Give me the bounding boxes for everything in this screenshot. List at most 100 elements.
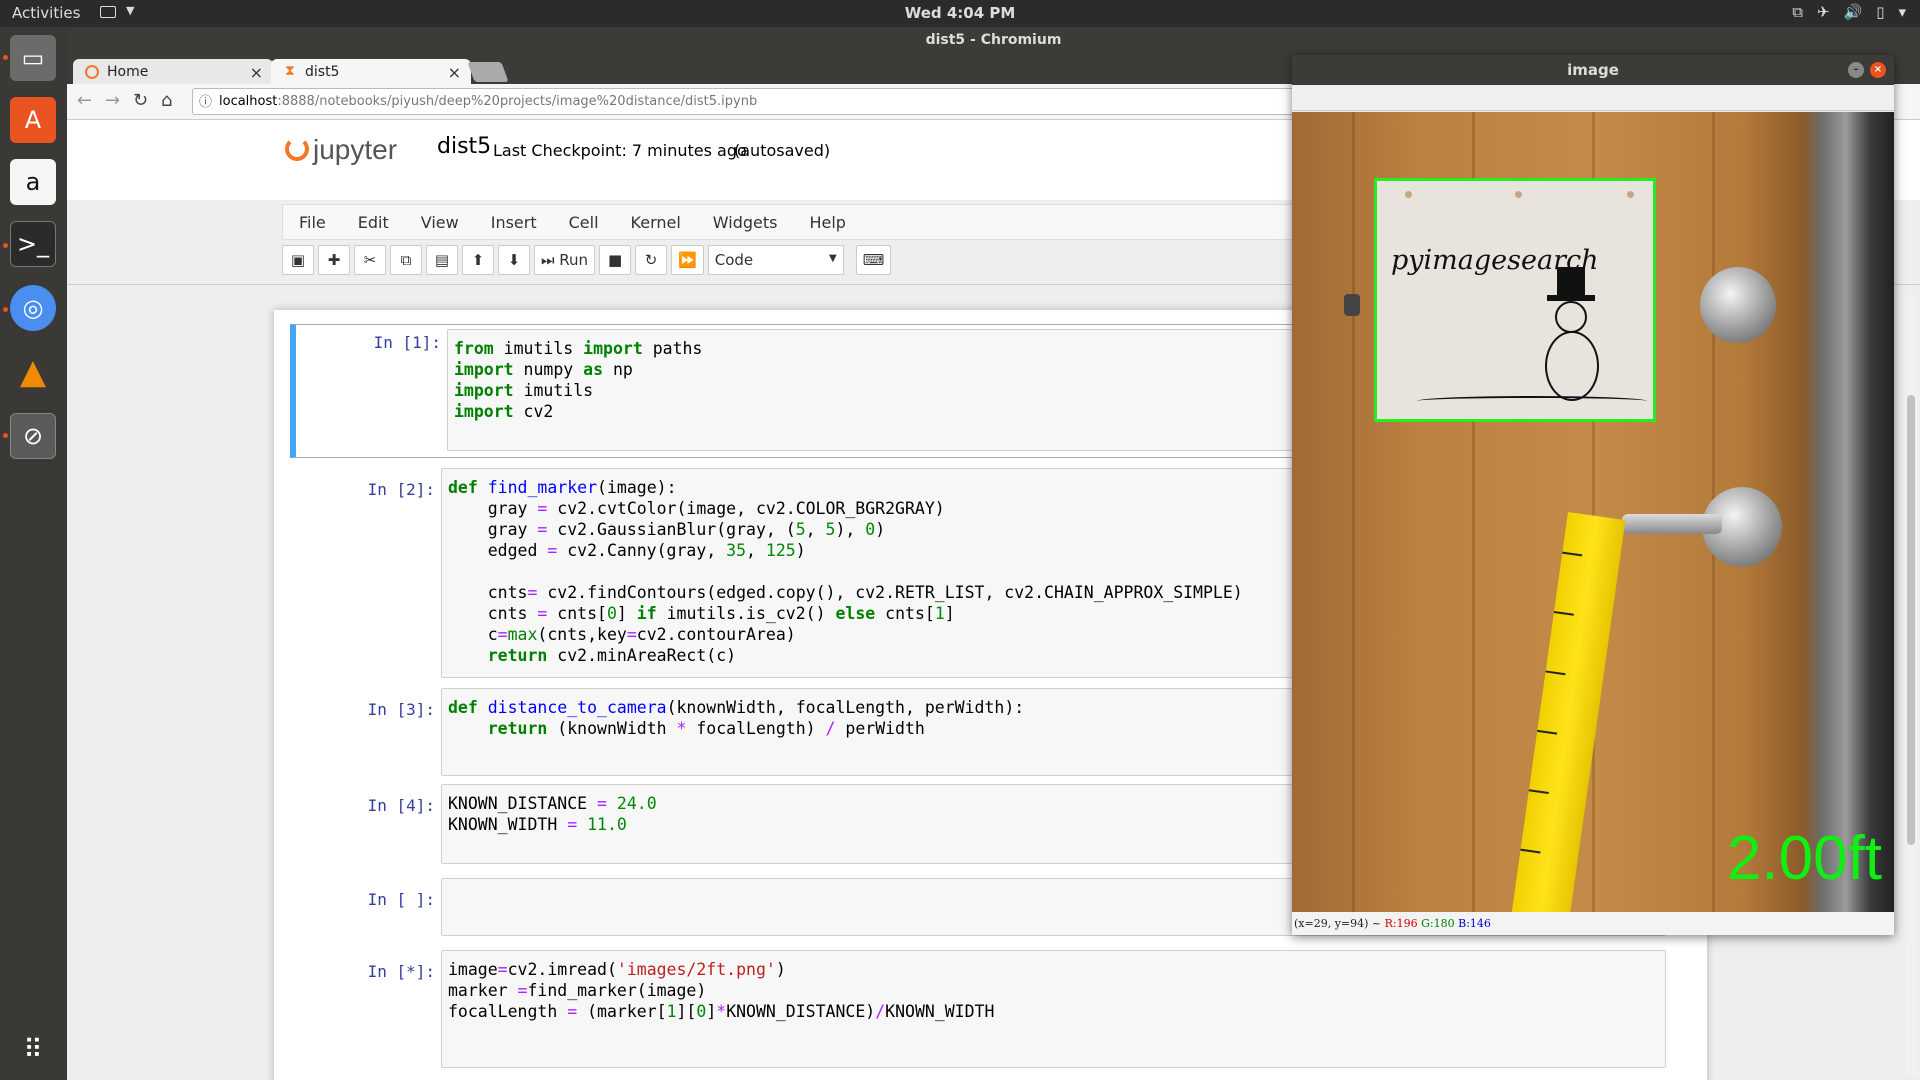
interrupt-icon[interactable]: ■ (599, 245, 632, 275)
cell-prompt: In [ ]: (367, 890, 435, 909)
save-icon[interactable]: ▣ (282, 245, 314, 275)
jupyter-logo[interactable]: jupyter (285, 134, 397, 166)
cut-icon[interactable]: ✂ (354, 245, 386, 275)
code-cell[interactable]: In [*]: image=cv2.imread('images/2ft.png… (290, 950, 1690, 1070)
image-window-toolbar (1292, 85, 1894, 111)
running-indicator (3, 55, 8, 60)
run-label: Run (559, 251, 589, 269)
battery-icon[interactable]: ▯ (1876, 3, 1884, 21)
tape-tick (1537, 729, 1558, 735)
window-title: dist5 - Chromium (67, 27, 1920, 54)
menu-kernel[interactable]: Kernel (615, 205, 697, 239)
jupyter-favicon-icon (85, 65, 99, 79)
menu-view[interactable]: View (405, 205, 475, 239)
add-cell-icon[interactable]: ✚ (318, 245, 350, 275)
info-icon[interactable]: ⓘ (199, 90, 212, 115)
distance-readout: 2.00ft (1726, 824, 1882, 893)
snowman-body (1545, 331, 1599, 401)
reload-icon[interactable]: ↻ (133, 90, 148, 111)
notebook-name[interactable]: dist5 (437, 134, 491, 159)
cell-prompt: In [1]: (373, 333, 441, 352)
pin (1627, 191, 1634, 198)
menu-widgets[interactable]: Widgets (697, 205, 794, 239)
menu-file[interactable]: File (283, 205, 342, 239)
files-icon[interactable]: ▭ (10, 35, 56, 81)
close-icon[interactable]: × (1870, 62, 1886, 78)
door-handle-lever (1622, 514, 1722, 534)
amazon-icon[interactable]: a (10, 159, 56, 205)
vlc-icon[interactable]: ▲ (10, 349, 56, 395)
terminal-icon[interactable]: >_ (10, 221, 56, 267)
cell-type-value: Code (714, 251, 754, 269)
forward-icon[interactable]: → (105, 90, 120, 111)
pixel-blue-value: B:146 (1458, 917, 1491, 930)
tape-tick (1520, 848, 1541, 854)
show-applications-icon[interactable]: ⠿ (10, 1027, 56, 1073)
menu-cell[interactable]: Cell (553, 205, 615, 239)
address-bar[interactable]: ⓘ localhost:8888/notebooks/piyush/deep%2… (192, 88, 1432, 115)
chevron-down-icon: ▼ (829, 253, 837, 264)
cell-prompt: In [*]: (367, 962, 435, 981)
tab-label: dist5 (305, 64, 340, 80)
notebook-toolbar: ▣ ✚ ✂ ⧉ ▤ ⬆ ⬇ ⏭ Run ■ ↻ ⏩ Code ▼ ⌨ (282, 242, 1382, 278)
close-icon[interactable]: × (250, 63, 263, 82)
chromium-icon[interactable]: ◎ (10, 285, 56, 331)
image-window-titlebar[interactable]: image – × (1292, 55, 1894, 85)
jupyter-logo-icon (285, 137, 309, 161)
url-host: localhost (219, 94, 278, 109)
restart-run-all-icon[interactable]: ⏩ (671, 245, 704, 275)
power-menu-chevron-icon[interactable]: ▾ (1898, 3, 1906, 21)
menu-help[interactable]: Help (793, 205, 861, 239)
move-down-icon[interactable]: ⬇ (498, 245, 530, 275)
move-up-icon[interactable]: ⬆ (462, 245, 494, 275)
cursor-coordinates: (x=29, y=94) ~ (1294, 917, 1382, 930)
tape-tick (1562, 551, 1583, 557)
measuring-tape (1501, 512, 1626, 912)
paste-icon[interactable]: ▤ (426, 245, 458, 275)
cell-prompt: In [3]: (367, 700, 435, 719)
hourglass-icon: ⧗ (285, 63, 295, 79)
jupyter-logo-text: jupyter (313, 134, 398, 165)
new-tab-button[interactable] (467, 62, 509, 82)
run-icon: ⏭ (541, 251, 560, 269)
scrollbar-thumb[interactable] (1907, 395, 1915, 845)
pin (1405, 191, 1412, 198)
tab-home[interactable]: Home × (73, 59, 273, 86)
menu-insert[interactable]: Insert (475, 205, 553, 239)
tab-label: Home (107, 64, 149, 80)
door-lock-knob (1700, 267, 1776, 343)
ubuntu-software-icon[interactable]: A (10, 97, 56, 143)
menu-edit[interactable]: Edit (342, 205, 405, 239)
running-indicator (3, 243, 8, 248)
close-icon[interactable]: × (448, 63, 461, 82)
app-icon[interactable]: ⊘ (10, 413, 56, 459)
image-window: image – × pyimagesearch 2.00ft (x=29, y=… (1292, 55, 1894, 935)
page-scrollbar[interactable] (1905, 295, 1917, 1075)
system-tray[interactable]: ⧉ ✈ 🔊 ▯ ▾ (1792, 3, 1906, 21)
running-indicator (3, 307, 8, 312)
cell-type-select[interactable]: Code ▼ (707, 245, 844, 275)
cell-prompt: In [2]: (367, 480, 435, 499)
code-input[interactable]: image=cv2.imread('images/2ft.png') marke… (441, 950, 1666, 1068)
top-bar: Activities ▼ Wed 4:04 PM ⧉ ✈ 🔊 ▯ ▾ (0, 0, 1920, 27)
back-icon[interactable]: ← (77, 90, 92, 111)
tab-dist5[interactable]: ⧗ dist5 × (271, 59, 471, 86)
tape-tick (1553, 611, 1574, 616)
keyboard-icon[interactable]: ⌨ (855, 245, 892, 275)
tape-tick (1545, 670, 1566, 676)
airplane-icon[interactable]: ✈ (1817, 3, 1830, 21)
pixel-green-value: G:180 (1421, 917, 1455, 930)
clock[interactable]: Wed 4:04 PM (0, 4, 1920, 22)
autosave-status: (autosaved) (734, 141, 831, 160)
home-icon[interactable]: ⌂ (161, 90, 172, 111)
restart-icon[interactable]: ↻ (635, 245, 668, 275)
network-icon[interactable]: ⧉ (1792, 3, 1803, 21)
copy-icon[interactable]: ⧉ (390, 245, 422, 275)
snow-ground (1417, 396, 1647, 406)
run-button[interactable]: ⏭ Run (534, 245, 596, 275)
minimize-icon[interactable]: – (1848, 62, 1864, 78)
camera-image[interactable]: pyimagesearch 2.00ft (1292, 112, 1894, 912)
volume-icon[interactable]: 🔊 (1844, 3, 1863, 21)
tape-tick (1528, 789, 1549, 795)
dock: ▭ A a >_ ◎ ▲ ⊘ ⠿ (0, 27, 67, 1080)
